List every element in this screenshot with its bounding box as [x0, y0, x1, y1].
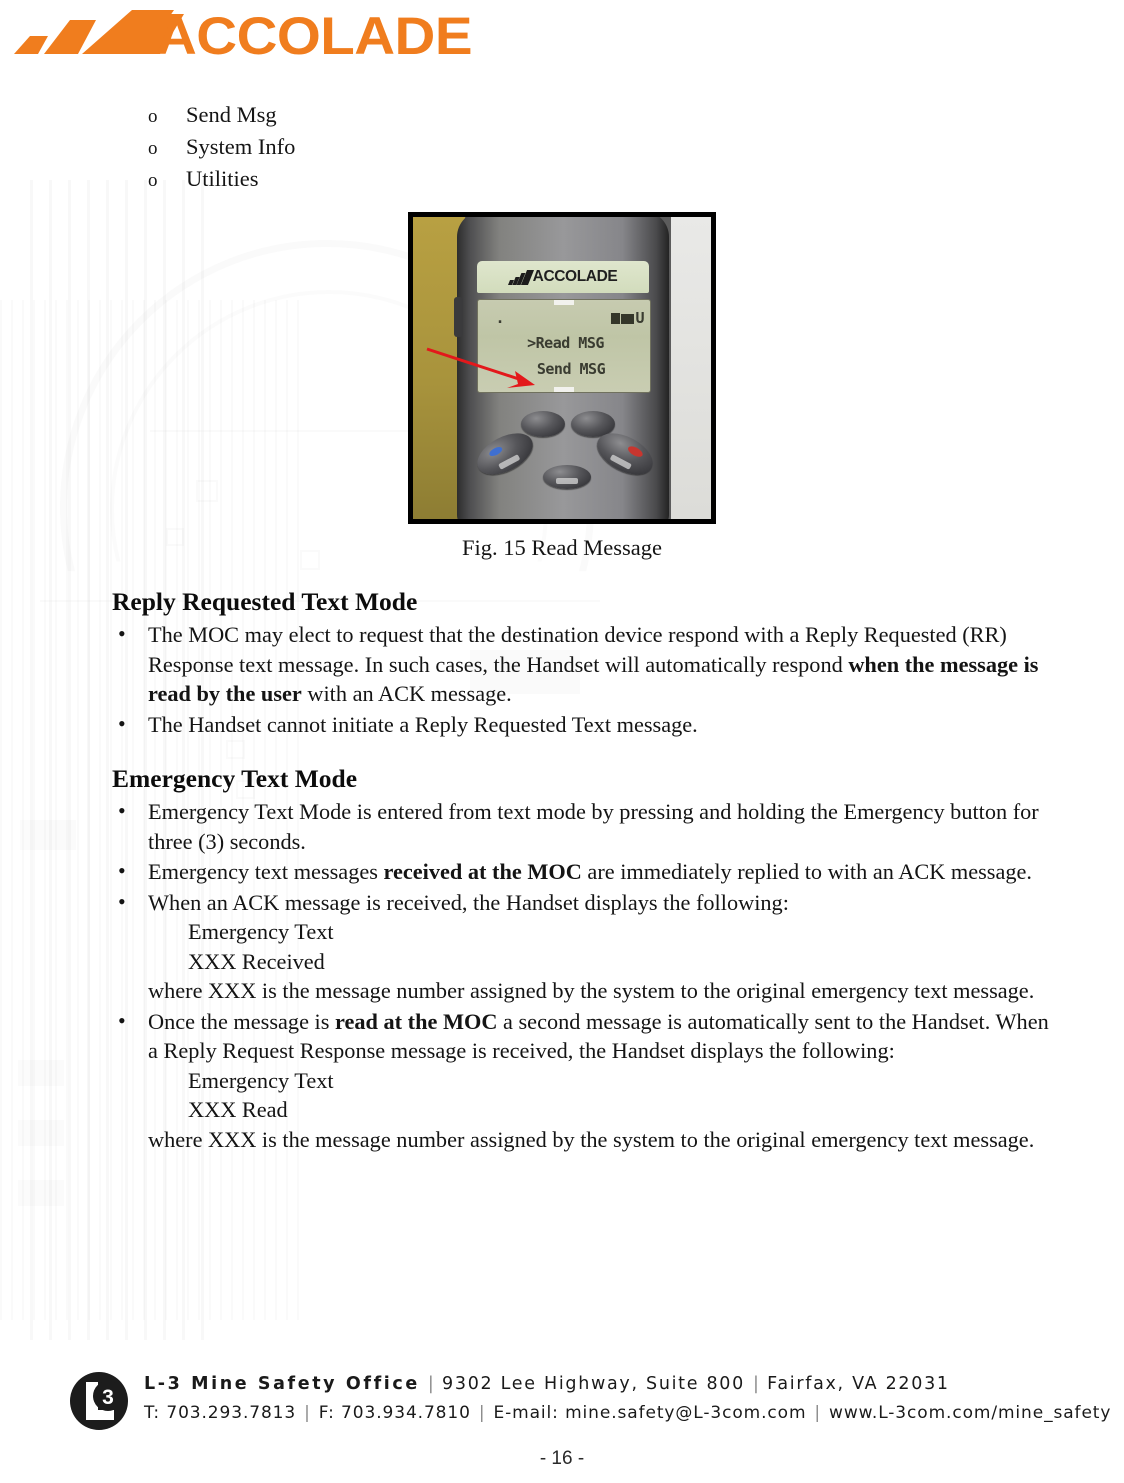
footer-city-state-zip: Fairfax, VA 22031 [767, 1374, 950, 1394]
list-item: o System Info [148, 132, 648, 164]
bullet-text-plain: Emergency Text Mode is entered from text… [148, 799, 1039, 854]
footer-phone: T: 703.293.7813 [144, 1403, 297, 1423]
list-item: o Send Msg [148, 100, 648, 132]
bullet-list: Emergency Text Mode is entered from text… [112, 796, 1050, 1155]
bullet-item: Emergency Text Mode is entered from text… [112, 796, 1050, 856]
lcd-notch-bottom [554, 387, 574, 392]
watermark-block [18, 1180, 64, 1206]
list-item-label: System Info [186, 134, 296, 159]
menu-option-list: o Send Msg o System Info o Utilities [148, 100, 648, 196]
device-keypad [470, 407, 660, 507]
bullet-text-plain: with an ACK message. [301, 681, 512, 706]
device-brand-text: ACCOLADE [532, 268, 618, 286]
key-label-ok [556, 478, 578, 484]
key-ok [543, 465, 591, 489]
lcd-status-suffix: U [635, 309, 644, 327]
footer-separator: | [304, 1403, 311, 1423]
accolade-mini-logo-icon [507, 269, 534, 285]
watermark-block [18, 1120, 64, 1146]
key-red-indicator-icon [626, 444, 645, 459]
footer-line-two: T: 703.293.7813 | F: 703.934.7810 | E-mail: … [144, 1399, 1124, 1427]
bullet-text-plain: When an ACK message is received, the Han… [148, 889, 789, 915]
bullet-text-bold: received at the MOC [383, 859, 582, 884]
l3-logo-icon: 3 [70, 1372, 128, 1430]
display-line: XXX Read [188, 1097, 288, 1122]
device-side-button [454, 297, 463, 337]
watermark-block [18, 1060, 64, 1086]
bullet-text-plain: are immediately replied to with an ACK m… [581, 859, 1032, 884]
section-title: Emergency Text Mode [112, 764, 358, 793]
lcd-status-bar: . U [487, 309, 645, 327]
display-line: Emergency Text [188, 1067, 334, 1093]
footer-email[interactable]: E-mail: mine.safety@L-3com.com [493, 1403, 806, 1423]
circle-marker-icon: o [148, 106, 158, 127]
bullet-text-plain: Emergency text messages [148, 859, 384, 884]
red-arrow-annotation-icon [426, 347, 535, 388]
device-photo: ACCOLADE . U >Read MSG Send MSG [408, 212, 716, 524]
section-emergency-text-mode: Emergency Text Mode Emergency Text Mode … [112, 763, 1050, 1155]
key-label-left [498, 454, 521, 470]
figure-block: ACCOLADE . U >Read MSG Send MSG Fig. 15 … [0, 212, 1124, 563]
explanation-line: where XXX is the message number assigned… [148, 978, 1035, 1003]
footer-line-one: L-3 Mine Safety Office | 9302 Lee Highway,… [144, 1370, 1124, 1399]
svg-text:ACCOLADE: ACCOLADE [156, 7, 472, 64]
footer-website[interactable]: www.L-3com.com/mine_safety [829, 1403, 1111, 1423]
section-title: Reply Requested Text Mode [112, 587, 418, 616]
page-number: - 16 - [539, 1448, 585, 1469]
list-item-label: Send Msg [186, 102, 277, 127]
watermark-block [20, 820, 76, 850]
list-item-label: Utilities [186, 166, 259, 191]
photo-background-right [671, 217, 711, 519]
key-label-right [609, 454, 632, 470]
bullet-item: Once the message is read at the MOC a se… [112, 1006, 1050, 1155]
display-line: XXX Received [188, 948, 325, 974]
key-blue-indicator-icon [487, 445, 504, 458]
footer-company: L-3 Mine Safety Office [144, 1374, 420, 1394]
footer-address: 9302 Lee Highway, Suite 800 [442, 1374, 745, 1394]
watermark-square [226, 740, 245, 759]
bullet-text-bold: read at the MOC [335, 1008, 498, 1034]
display-line: Emergency Text [188, 919, 334, 944]
lcd-notch-top [554, 300, 574, 305]
bullet-item: The Handset cannot initiate a Reply Requ… [112, 709, 1050, 740]
envelope-icon [621, 313, 635, 324]
bullet-item: Emergency text messages received at the … [112, 856, 1050, 887]
page-footer: 3 L-3 Mine Safety Office | 9302 Lee Highwa… [0, 1362, 1124, 1446]
explanation-line: where XXX is the message number assigned… [148, 1126, 1035, 1152]
footer-fax: F: 703.934.7810 [318, 1403, 471, 1423]
lcd-status-icons: U [611, 311, 644, 326]
list-item: o Utilities [148, 164, 648, 196]
footer-separator: | [478, 1403, 486, 1423]
bullet-item: When an ACK message is received, the Han… [112, 887, 1050, 1006]
svg-text:3: 3 [102, 1386, 114, 1409]
figure-caption: Fig. 15 Read Message [462, 535, 662, 560]
bullet-list: The MOC may elect to request that the de… [112, 619, 1050, 740]
battery-icon [611, 313, 621, 324]
key-nav-up-left [521, 411, 565, 437]
footer-separator: | [427, 1374, 435, 1394]
page-header: ACCOLADE [0, 0, 1124, 72]
circle-marker-icon: o [148, 138, 158, 159]
device-brand-banner: ACCOLADE [477, 261, 649, 293]
footer-separator: | [814, 1403, 822, 1423]
footer-separator: | [752, 1374, 760, 1394]
accolade-logo: ACCOLADE [14, 7, 472, 64]
section-reply-requested-text-mode: Reply Requested Text Mode The MOC may el… [112, 586, 1050, 740]
bullet-item: The MOC may elect to request that the de… [112, 619, 1050, 709]
footer-contact-block: L-3 Mine Safety Office | 9302 Lee Highway,… [144, 1370, 1124, 1427]
lcd-signal-indicator: . [487, 309, 505, 327]
bullet-text-plain: Once the message is [148, 1008, 335, 1034]
circle-marker-icon: o [148, 170, 158, 191]
bullet-text-plain: The Handset cannot initiate a Reply Requ… [148, 711, 698, 737]
